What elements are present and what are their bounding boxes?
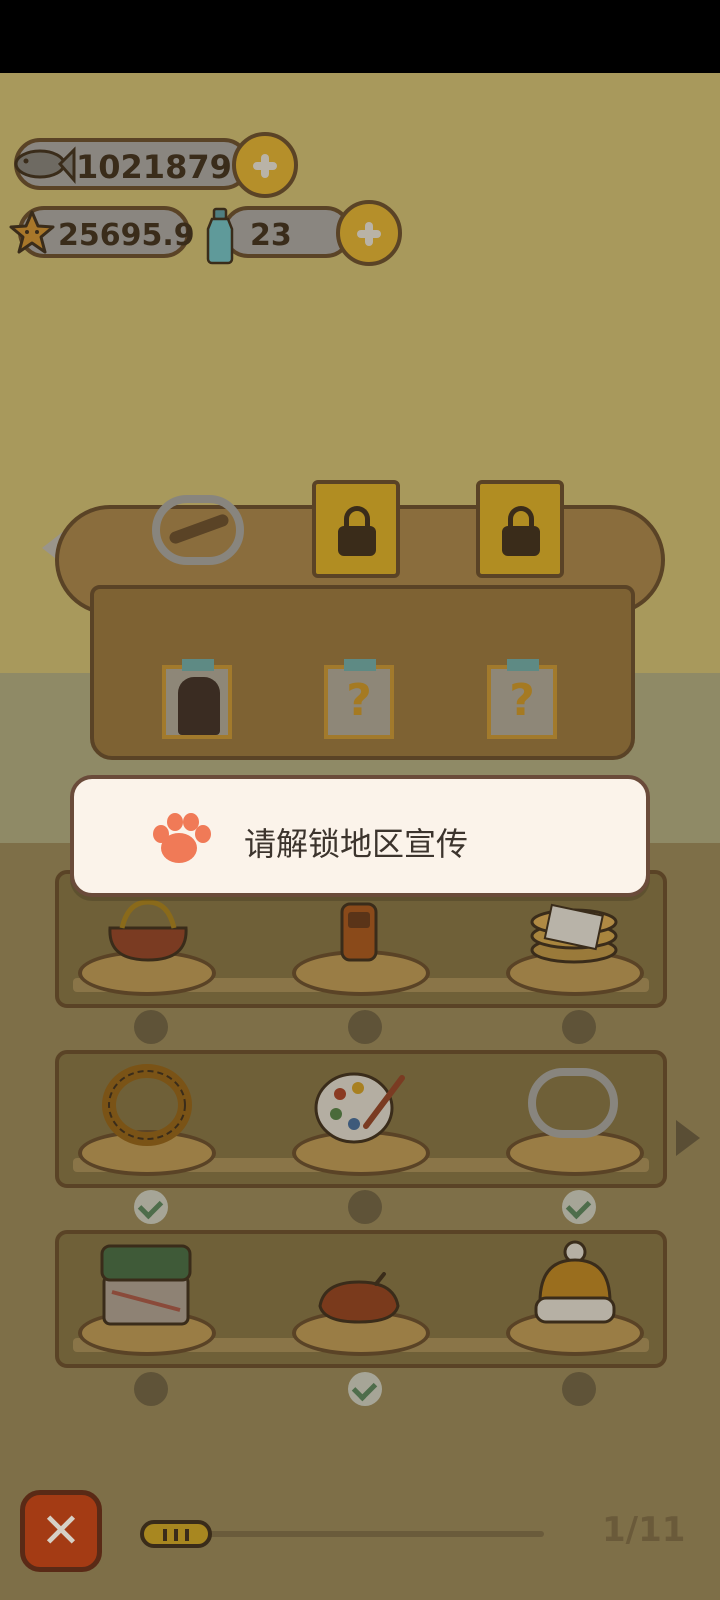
sushi-box-icon[interactable] [98, 1240, 194, 1330]
status-dot [348, 1190, 382, 1224]
toast-message: 请解锁地区宣传 [244, 825, 469, 863]
page-counter: 1/11 [602, 1510, 686, 1550]
status-dot [562, 1010, 596, 1044]
next-shelf-arrow[interactable] [676, 1120, 700, 1156]
coin-purse-icon[interactable] [104, 898, 192, 966]
close-icon: ✕ [40, 1503, 82, 1559]
close-button[interactable]: ✕ [20, 1490, 102, 1572]
bottle-currency-pill: 23 [222, 206, 352, 258]
beret-icon[interactable] [314, 1272, 404, 1328]
add-bottle-button[interactable] [336, 200, 402, 266]
add-fish-button[interactable] [232, 132, 298, 198]
flip-phone-icon[interactable] [336, 898, 382, 966]
lock-icon[interactable] [312, 480, 400, 578]
bear-trap-icon[interactable] [152, 495, 244, 565]
question-mark-icon: ? [509, 675, 535, 726]
page-progress-handle[interactable] [140, 1520, 212, 1548]
bottle-icon [206, 207, 234, 265]
lock-icon[interactable] [476, 480, 564, 578]
fish-count: 1021879 [76, 148, 232, 186]
status-dot [348, 1010, 382, 1044]
wreath-icon[interactable] [100, 1062, 194, 1148]
status-dot [562, 1372, 596, 1406]
bear-trap-icon[interactable] [528, 1068, 618, 1138]
status-dot [134, 1372, 168, 1406]
question-mark-icon: ? [346, 675, 372, 726]
beanie-icon[interactable] [532, 1240, 618, 1330]
unlock-region-toast: 请解锁地区宣传 [70, 775, 650, 897]
fish-icon [14, 146, 76, 184]
collected-check-icon [134, 1190, 168, 1224]
pancake-stack-icon[interactable] [526, 896, 622, 966]
bear-card[interactable] [162, 659, 232, 739]
paint-palette-icon[interactable] [310, 1064, 410, 1148]
collected-check-icon [562, 1190, 596, 1224]
paw-icon [149, 813, 211, 869]
star-count: 25695.9 [58, 218, 195, 253]
bottle-count: 23 [250, 218, 292, 253]
status-dot [134, 1010, 168, 1044]
bear-icon [178, 677, 220, 735]
status-bar [0, 0, 720, 73]
unknown-card[interactable]: ? [324, 659, 394, 739]
star-icon [9, 210, 55, 254]
unknown-card[interactable]: ? [487, 659, 557, 739]
collected-check-icon [348, 1372, 382, 1406]
